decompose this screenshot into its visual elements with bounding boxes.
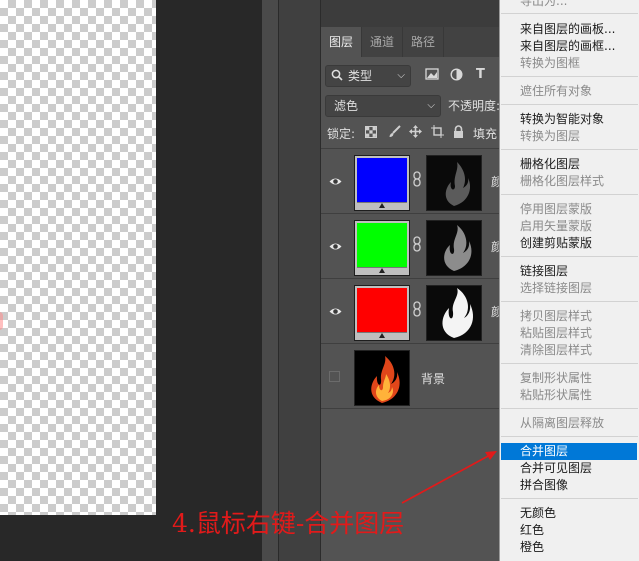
type-filter-icon[interactable]: T (476, 67, 485, 83)
lock-all-icon[interactable] (453, 125, 464, 142)
menu-item-convert-to-frame[interactable]: 转换为图框 (520, 55, 580, 72)
canvas-scroll-strip (262, 0, 278, 561)
link-chain-icon[interactable] (413, 236, 421, 252)
visibility-eye-icon[interactable] (329, 175, 342, 188)
blend-row: 滤色 ⌵ 不透明度: (321, 92, 501, 118)
image-filter-icon[interactable] (425, 68, 439, 84)
menu-item-merge-visible[interactable]: 合并可见图层 (520, 460, 592, 477)
tab-paths[interactable]: 路径 (403, 27, 445, 57)
context-menu: 导出为... 来自图层的画板... 来自图层的画框... 转换为图框 遮住所有对… (499, 0, 639, 561)
lock-row: 锁定: 填充 (321, 121, 501, 147)
menu-separator (501, 498, 638, 499)
visibility-eye-icon[interactable] (329, 305, 342, 318)
lock-label: 锁定: (327, 127, 356, 141)
menu-item-red[interactable]: 红色 (520, 522, 544, 539)
menu-item-copy-shape-attributes[interactable]: 复制形状属性 (520, 370, 592, 387)
layers-panel: 图层 通道 路径 类型 ⌵ T 滤色 ⌵ 不透明度: 锁定: 填充 颜 颜 颜 … (320, 0, 503, 561)
menu-item-release-from-isolation[interactable]: 从隔离图层释放 (520, 415, 604, 432)
layer-color-thumbnail (354, 155, 410, 211)
adjustment-filter-icon[interactable] (450, 68, 463, 85)
menu-separator (501, 76, 638, 77)
menu-item-select-linked-layers[interactable]: 选择链接图层 (520, 280, 592, 297)
filter-row: 类型 ⌵ T (321, 63, 501, 89)
canvas-red-mark (0, 312, 3, 330)
fill-indicator (357, 202, 407, 209)
menu-item-frame-from-layers[interactable]: 来自图层的画框... (520, 38, 615, 55)
menu-separator (501, 301, 638, 302)
layer-color-thumbnail (354, 285, 410, 341)
tab-layers[interactable]: 图层 (321, 27, 363, 57)
layer-color-thumbnail (354, 220, 410, 276)
layer-name[interactable]: 背景 (421, 370, 445, 387)
menu-item-enable-vector-mask[interactable]: 启用矢量蒙版 (520, 218, 592, 235)
menu-item-convert-to-layers[interactable]: 转换为图层 (520, 128, 580, 145)
annotation-text: 4.鼠标右键-合并图层 (172, 509, 405, 538)
chevron-down-icon: ⌵ (397, 70, 405, 81)
layer-row[interactable]: 颜 (321, 148, 503, 213)
document-canvas[interactable] (0, 0, 262, 561)
layer-mask-thumbnail[interactable] (426, 155, 482, 211)
menu-item-convert-to-smart-object[interactable]: 转换为智能对象 (520, 111, 604, 128)
menu-item-create-clipping-mask[interactable]: 创建剪贴蒙版 (520, 235, 592, 252)
panel-tabs: 图层 通道 路径 (321, 27, 501, 57)
menu-item-merge-layers[interactable]: 合并图层 (520, 443, 568, 460)
menu-item-export-as[interactable]: 导出为... (520, 0, 567, 10)
menu-separator (501, 436, 638, 437)
transparent-canvas[interactable] (0, 0, 156, 515)
color-fill (357, 223, 407, 267)
menu-separator (501, 13, 638, 14)
fill-indicator (357, 332, 407, 339)
background-thumbnail (354, 350, 410, 406)
filter-kind-label: 类型 (348, 69, 373, 83)
lock-move-icon[interactable] (409, 125, 422, 142)
background-layer-row[interactable]: 背景 (321, 343, 501, 408)
menu-separator (501, 194, 638, 195)
lock-artboard-icon[interactable] (431, 125, 444, 142)
lock-paint-icon[interactable] (388, 125, 401, 142)
fill-indicator (357, 267, 407, 274)
fill-label: 填充 (473, 127, 498, 141)
visibility-eye-icon[interactable] (329, 240, 342, 253)
menu-item-copy-layer-style[interactable]: 拷贝图层样式 (520, 308, 592, 325)
layer-row[interactable]: 颜 (321, 213, 503, 278)
layer-mask-thumbnail[interactable] (426, 285, 482, 341)
menu-separator (501, 256, 638, 257)
color-fill (357, 158, 407, 202)
color-fill (357, 288, 407, 332)
menu-separator (501, 363, 638, 364)
blend-mode-select[interactable]: 滤色 ⌵ (325, 95, 441, 117)
menu-item-orange[interactable]: 橙色 (520, 539, 544, 556)
layer-list-end (321, 408, 501, 409)
menu-item-disable-layer-mask[interactable]: 停用图层蒙版 (520, 201, 592, 218)
menu-item-paste-layer-style[interactable]: 粘贴图层样式 (520, 325, 592, 342)
layer-row[interactable]: 颜 (321, 278, 503, 343)
panel-header-gap (321, 0, 501, 27)
menu-separator (501, 104, 638, 105)
menu-item-rasterize-layer-style[interactable]: 栅格化图层样式 (520, 173, 604, 190)
menu-separator (501, 149, 638, 150)
opacity-label: 不透明度: (448, 99, 501, 113)
link-chain-icon[interactable] (413, 301, 421, 317)
menu-item-no-color[interactable]: 无颜色 (520, 505, 556, 522)
menu-item-flatten-image[interactable]: 拼合图像 (520, 477, 568, 494)
panel-dock-strip (278, 0, 321, 561)
menu-item-rasterize-layer[interactable]: 栅格化图层 (520, 156, 580, 173)
layer-mask-thumbnail[interactable] (426, 220, 482, 276)
link-chain-icon[interactable] (413, 171, 421, 187)
menu-item-artboard-from-layers[interactable]: 来自图层的画板... (520, 21, 615, 38)
menu-item-clear-layer-style[interactable]: 清除图层样式 (520, 342, 592, 359)
menu-item-paste-shape-attributes[interactable]: 粘贴形状属性 (520, 387, 592, 404)
search-icon (331, 66, 343, 86)
tab-channels[interactable]: 通道 (362, 27, 404, 57)
menu-separator (501, 408, 638, 409)
lock-transparent-icon[interactable] (365, 126, 377, 142)
visibility-toggle-off[interactable] (329, 371, 340, 382)
chevron-down-icon: ⌵ (427, 100, 435, 111)
menu-item-mask-all-objects[interactable]: 遮住所有对象 (520, 83, 592, 100)
blend-mode-value: 滤色 (334, 99, 359, 113)
filter-kind-select[interactable]: 类型 ⌵ (325, 65, 411, 87)
menu-item-link-layers[interactable]: 链接图层 (520, 263, 568, 280)
